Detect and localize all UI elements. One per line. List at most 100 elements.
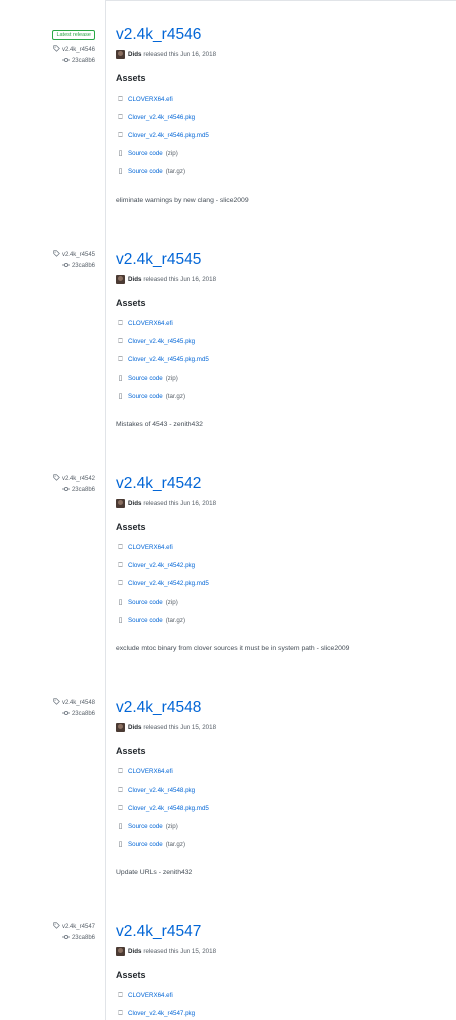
asset-link[interactable]: ⎕ Clover_v2.4k_r4548.pkg.md5 bbox=[116, 805, 208, 813]
release-body: v2.4k_r4546 Dids released this Jun 16, 20… bbox=[116, 23, 446, 204]
release-commit[interactable]: 23ca8b6 bbox=[5, 710, 95, 718]
avatar[interactable] bbox=[116, 947, 125, 956]
avatar[interactable] bbox=[116, 50, 125, 59]
commit-icon bbox=[61, 710, 70, 716]
author-link[interactable]: Dids bbox=[128, 948, 141, 956]
release-meta: v2.4k_r4547 23ca8b6 bbox=[5, 922, 95, 942]
release-body: v2.4k_r4545 Dids released this Jun 16, 20… bbox=[116, 250, 446, 428]
release-byline: Dids released this Jun 16, 2018 bbox=[116, 499, 446, 508]
package-icon: ⎕ bbox=[118, 132, 123, 139]
asset-link[interactable]: ⎕ CLOVERX64.efi bbox=[116, 320, 172, 328]
asset-link[interactable]: ⎕ Clover_v2.4k_r4542.pkg bbox=[116, 562, 195, 570]
avatar[interactable] bbox=[116, 499, 125, 508]
avatar[interactable] bbox=[116, 723, 125, 732]
release-tag[interactable]: v2.4k_r4542 bbox=[5, 474, 95, 483]
release-date: released this Jun 15, 2018 bbox=[143, 947, 217, 955]
release-body: v2.4k_r4547 Dids released this Jun 15, 20… bbox=[116, 922, 446, 1017]
release-tag[interactable]: v2.4k_r4547 bbox=[5, 922, 95, 931]
file-zip-icon: ▯ bbox=[118, 599, 123, 606]
source-tar-link[interactable]: ▯ Source code (tar.gz) bbox=[116, 841, 185, 849]
file-zip-icon: ▯ bbox=[118, 823, 123, 830]
asset-link[interactable]: ⎕ CLOVERX64.efi bbox=[116, 992, 172, 1000]
package-icon: ⎕ bbox=[118, 114, 123, 121]
file-zip-icon: ▯ bbox=[118, 150, 123, 157]
release-commit[interactable]: 23ca8b6 bbox=[5, 934, 95, 942]
source-tar-link[interactable]: ▯ Source code (tar.gz) bbox=[116, 168, 185, 176]
package-icon: ⎕ bbox=[118, 1010, 123, 1017]
release-meta: v2.4k_r4542 23ca8b6 bbox=[5, 474, 95, 494]
release-commit[interactable]: 23ca8b6 bbox=[5, 57, 95, 65]
assets-heading: Assets bbox=[116, 73, 146, 83]
commit-icon bbox=[61, 262, 70, 268]
release-commit[interactable]: 23ca8b6 bbox=[5, 486, 95, 494]
assets-heading: Assets bbox=[116, 970, 146, 980]
release-title[interactable]: v2.4k_r4542 bbox=[116, 475, 446, 493]
file-zip-icon: ▯ bbox=[118, 617, 123, 624]
release-notes: Update URLs - zenith432 bbox=[116, 869, 193, 876]
release-byline: Dids released this Jun 16, 2018 bbox=[116, 275, 446, 284]
asset-link[interactable]: ⎕ Clover_v2.4k_r4548.pkg bbox=[116, 787, 195, 795]
commit-icon bbox=[61, 57, 70, 63]
commit-icon bbox=[61, 486, 70, 492]
release-byline: Dids released this Jun 16, 2018 bbox=[116, 50, 446, 59]
asset-link[interactable]: ⎕ Clover_v2.4k_r4547.pkg bbox=[116, 1010, 195, 1018]
author-link[interactable]: Dids bbox=[128, 276, 141, 284]
package-icon: ⎕ bbox=[118, 787, 123, 794]
file-zip-icon: ▯ bbox=[118, 393, 123, 400]
release-date: released this Jun 16, 2018 bbox=[143, 50, 217, 58]
asset-link[interactable]: ⎕ CLOVERX64.efi bbox=[116, 96, 172, 104]
file-zip-icon: ▯ bbox=[118, 375, 123, 382]
asset-link[interactable]: ⎕ Clover_v2.4k_r4542.pkg.md5 bbox=[116, 580, 208, 588]
release-meta: v2.4k_r4548 23ca8b6 bbox=[5, 698, 95, 718]
author-link[interactable]: Dids bbox=[128, 724, 141, 732]
package-icon: ⎕ bbox=[118, 338, 123, 345]
package-icon: ⎕ bbox=[118, 544, 123, 551]
assets-heading: Assets bbox=[116, 746, 146, 756]
asset-link[interactable]: ⎕ Clover_v2.4k_r4546.pkg.md5 bbox=[116, 132, 208, 140]
package-icon: ⎕ bbox=[118, 356, 123, 363]
release-title[interactable]: v2.4k_r4546 bbox=[116, 26, 446, 44]
latest-release-badge[interactable]: Latest release bbox=[52, 30, 95, 40]
release-meta: v2.4k_r4545 23ca8b6 bbox=[5, 250, 95, 270]
assets-heading: Assets bbox=[116, 298, 146, 308]
avatar[interactable] bbox=[116, 275, 125, 284]
release-title[interactable]: v2.4k_r4547 bbox=[116, 923, 446, 941]
author-link[interactable]: Dids bbox=[128, 51, 141, 59]
release-notes: Mistakes of 4543 - zenith432 bbox=[116, 421, 203, 428]
asset-link[interactable]: ⎕ Clover_v2.4k_r4545.pkg.md5 bbox=[116, 356, 208, 364]
release-tag[interactable]: v2.4k_r4548 bbox=[5, 698, 95, 707]
tag-icon bbox=[53, 474, 60, 481]
asset-link[interactable]: ⎕ CLOVERX64.efi bbox=[116, 768, 172, 776]
tag-icon bbox=[53, 698, 60, 705]
package-icon: ⎕ bbox=[118, 96, 123, 103]
release-byline: Dids released this Jun 15, 2018 bbox=[116, 947, 446, 956]
package-icon: ⎕ bbox=[118, 562, 123, 569]
release-meta: Latest release v2.4k_r4546 23ca8b6 bbox=[5, 23, 95, 65]
release-byline: Dids released this Jun 15, 2018 bbox=[116, 723, 446, 732]
source-tar-link[interactable]: ▯ Source code (tar.gz) bbox=[116, 617, 185, 625]
assets-heading: Assets bbox=[116, 522, 146, 532]
release-date: released this Jun 16, 2018 bbox=[143, 275, 217, 283]
source-zip-link[interactable]: ▯ Source code (zip) bbox=[116, 375, 178, 383]
source-zip-link[interactable]: ▯ Source code (zip) bbox=[116, 599, 178, 607]
asset-link[interactable]: ⎕ Clover_v2.4k_r4546.pkg bbox=[116, 114, 195, 122]
release-date: released this Jun 16, 2018 bbox=[143, 499, 217, 507]
release-title[interactable]: v2.4k_r4548 bbox=[116, 699, 446, 717]
release-body: v2.4k_r4548 Dids released this Jun 15, 20… bbox=[116, 698, 446, 876]
source-zip-link[interactable]: ▯ Source code (zip) bbox=[116, 823, 178, 831]
release-tag[interactable]: v2.4k_r4545 bbox=[5, 250, 95, 259]
source-tar-link[interactable]: ▯ Source code (tar.gz) bbox=[116, 393, 185, 401]
asset-link[interactable]: ⎕ CLOVERX64.efi bbox=[116, 544, 172, 552]
timeline-divider bbox=[105, 0, 106, 1020]
author-link[interactable]: Dids bbox=[128, 500, 141, 508]
commit-icon bbox=[61, 934, 70, 940]
release-title[interactable]: v2.4k_r4545 bbox=[116, 251, 446, 269]
asset-link[interactable]: ⎕ Clover_v2.4k_r4545.pkg bbox=[116, 338, 195, 346]
tag-icon bbox=[53, 45, 60, 52]
package-icon: ⎕ bbox=[118, 992, 123, 999]
package-icon: ⎕ bbox=[118, 580, 123, 587]
tag-icon bbox=[53, 250, 60, 257]
release-tag[interactable]: v2.4k_r4546 bbox=[5, 45, 95, 54]
release-commit[interactable]: 23ca8b6 bbox=[5, 262, 95, 270]
source-zip-link[interactable]: ▯ Source code (zip) bbox=[116, 150, 178, 158]
